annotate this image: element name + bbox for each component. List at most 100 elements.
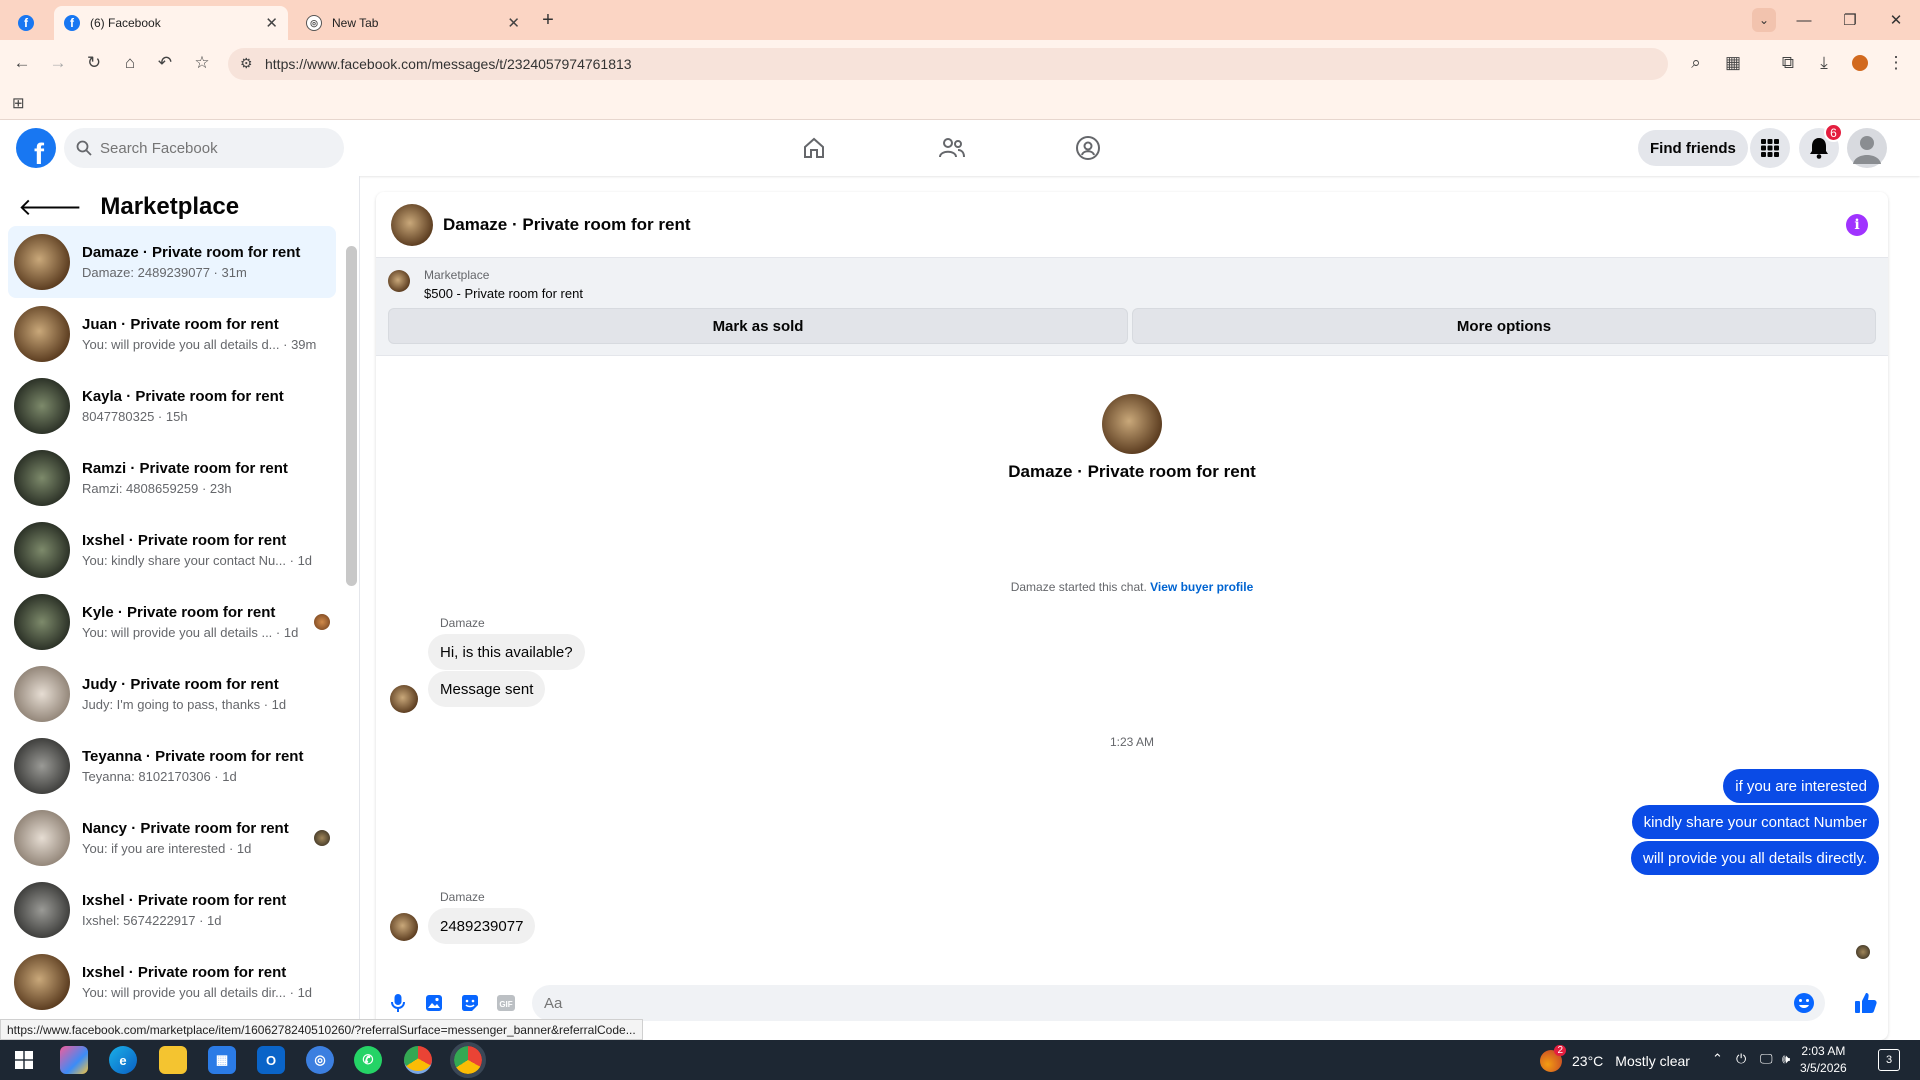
- conversation-preview: Damaze: 2489239077 · 31m: [82, 265, 247, 280]
- conversation-item[interactable]: Teyanna · Private room for rent Teyanna: …: [8, 730, 336, 802]
- chrome-active-icon[interactable]: [450, 1042, 486, 1078]
- read-receipt-avatar: [1856, 945, 1870, 959]
- conversation-item[interactable]: Damaze · Private room for rent Damaze: 24…: [8, 226, 336, 298]
- conversation-item[interactable]: Judy · Private room for rent Judy: I'm go…: [8, 658, 336, 730]
- outgoing-message[interactable]: if you are interested: [1723, 769, 1879, 803]
- more-options-button[interactable]: More options: [1132, 308, 1876, 344]
- chrome-icon[interactable]: [404, 1046, 432, 1074]
- restore-icon[interactable]: ❐: [1838, 8, 1862, 32]
- scrollbar-thumb[interactable]: [346, 246, 357, 586]
- conversation-item[interactable]: Juan · Private room for rent You: will pr…: [8, 298, 336, 370]
- downloads-icon[interactable]: ⤓: [1812, 51, 1836, 75]
- minimize-icon[interactable]: —: [1792, 8, 1816, 32]
- zoom-icon[interactable]: ⌕: [1684, 51, 1708, 75]
- sidebar-title: Marketplace: [100, 193, 240, 220]
- weather-widget[interactable]: 2 23°C Mostly clear: [1540, 1045, 1690, 1072]
- incoming-message[interactable]: Message sent: [428, 671, 546, 707]
- bookmarks-bar: ⊞: [0, 86, 1920, 120]
- edge-browser-icon[interactable]: e: [109, 1046, 137, 1074]
- conversation-item[interactable]: Nancy · Private room for rent You: if you…: [8, 802, 336, 874]
- conversation-item[interactable]: Ramzi · Private room for rent Ramzi: 4808…: [8, 442, 336, 514]
- conversation-item[interactable]: Kayla · Private room for rent 8047780325 …: [8, 370, 336, 442]
- file-explorer-icon[interactable]: [159, 1046, 187, 1074]
- volume-icon[interactable]: 🕪: [1782, 1051, 1790, 1067]
- network-icon[interactable]: 🖵: [1760, 1051, 1773, 1067]
- whatsapp-icon[interactable]: ✆: [354, 1046, 382, 1074]
- microphone-icon[interactable]: [387, 992, 409, 1014]
- copilot-icon[interactable]: [60, 1046, 88, 1074]
- listing-title[interactable]: $500 - Private room for rent: [424, 286, 583, 301]
- incoming-message[interactable]: Hi, is this available?: [428, 634, 585, 670]
- back-arrow-icon[interactable]: 🡐: [18, 192, 82, 222]
- sticker-icon[interactable]: [459, 992, 481, 1014]
- groups-nav-icon[interactable]: [1068, 128, 1108, 168]
- tab-new-tab[interactable]: ◎ New Tab ✕: [296, 6, 530, 40]
- close-tab-icon[interactable]: ✕: [507, 14, 520, 32]
- home-icon[interactable]: ⌂: [118, 51, 142, 75]
- message-input-box[interactable]: [532, 985, 1825, 1021]
- conversation-name: Kayla · Private room for rent: [82, 388, 284, 405]
- photo-icon[interactable]: [423, 992, 445, 1014]
- tab-label: (6) Facebook: [90, 16, 161, 30]
- gif-icon[interactable]: GIF: [495, 992, 517, 1014]
- emoji-icon[interactable]: [1793, 992, 1815, 1019]
- reload-icon[interactable]: ↻: [82, 51, 106, 75]
- account-avatar[interactable]: [1847, 128, 1887, 168]
- forward-icon[interactable]: →: [46, 51, 70, 75]
- site-info-icon[interactable]: ⚙: [240, 55, 253, 72]
- outgoing-message[interactable]: will provide you all details directly.: [1631, 841, 1879, 875]
- intro-avatar: [1102, 394, 1162, 454]
- microsoft-store-icon[interactable]: ▦: [208, 1046, 236, 1074]
- menu-kebab-icon[interactable]: ⋮: [1884, 51, 1908, 75]
- tray-chevron-icon[interactable]: ⌃: [1712, 1051, 1723, 1067]
- bookmark-star-icon[interactable]: ☆: [190, 51, 214, 75]
- apps-grid-icon[interactable]: ⊞: [12, 94, 25, 112]
- message-input[interactable]: [544, 994, 1744, 1012]
- conversation-item[interactable]: Ixshel · Private room for rent Ixshel: 56…: [8, 874, 336, 946]
- qr-code-icon[interactable]: ▦: [1721, 51, 1745, 75]
- back-icon[interactable]: ←: [10, 51, 34, 75]
- conversation-list: Damaze · Private room for rent Damaze: 24…: [8, 226, 336, 1018]
- outlook-icon[interactable]: O: [257, 1046, 285, 1074]
- close-tab-icon[interactable]: ✕: [265, 14, 278, 32]
- search-input[interactable]: [100, 139, 320, 157]
- find-friends-button[interactable]: Find friends: [1638, 130, 1748, 166]
- address-bar[interactable]: ⚙ https://www.facebook.com/messages/t/23…: [228, 48, 1668, 80]
- conversation-preview: 8047780325 · 15h: [82, 409, 188, 424]
- conversation-item[interactable]: Ixshel · Private room for rent You: will …: [8, 946, 336, 1018]
- crop-icon[interactable]: ⧉: [1776, 51, 1800, 75]
- tab-facebook[interactable]: f (6) Facebook ✕: [54, 6, 288, 40]
- new-tab-icon[interactable]: +: [536, 8, 560, 32]
- system-clock[interactable]: 2:03 AM 3/5/2026: [1800, 1043, 1847, 1077]
- windows-start-icon[interactable]: [10, 1046, 38, 1074]
- menu-grid-icon[interactable]: [1750, 128, 1790, 168]
- tab-search-icon[interactable]: ⌄: [1752, 8, 1776, 32]
- chat-avatar[interactable]: [391, 203, 433, 246]
- sender-avatar[interactable]: [390, 913, 418, 941]
- chat-title[interactable]: Damaze · Private room for rent: [443, 215, 691, 235]
- home-nav-icon[interactable]: [794, 128, 834, 168]
- sidebar-scrollbar[interactable]: [345, 236, 357, 996]
- facebook-logo[interactable]: f: [16, 128, 56, 168]
- listing-thumbnail[interactable]: [388, 270, 410, 292]
- notification-center-icon[interactable]: 3: [1878, 1049, 1900, 1071]
- incoming-message[interactable]: 2489239077: [428, 908, 536, 944]
- friends-nav-icon[interactable]: [932, 128, 972, 168]
- undo-icon[interactable]: ↶: [153, 51, 177, 75]
- tray-device-icon[interactable]: ⏻: [1736, 1051, 1746, 1067]
- search-box[interactable]: [64, 128, 344, 168]
- conversation-item[interactable]: Ixshel · Private room for rent You: kindl…: [8, 514, 336, 586]
- thumbs-up-icon[interactable]: [1853, 990, 1879, 1016]
- outgoing-message[interactable]: kindly share your contact Number: [1631, 805, 1879, 839]
- chrome-profile-icon[interactable]: ◎: [306, 1046, 334, 1074]
- url-text: https://www.facebook.com/messages/t/2324…: [265, 56, 632, 72]
- profile-icon[interactable]: [1848, 51, 1872, 75]
- view-buyer-profile-link[interactable]: View buyer profile: [1150, 580, 1253, 594]
- sender-avatar[interactable]: [390, 685, 418, 713]
- pinned-facebook-tab[interactable]: f: [14, 6, 38, 40]
- conversation-item[interactable]: Kyle · Private room for rent You: will pr…: [8, 586, 336, 658]
- info-icon[interactable]: i: [1846, 214, 1868, 236]
- close-window-icon[interactable]: ✕: [1884, 8, 1908, 32]
- facebook-favicon-icon: f: [18, 15, 34, 31]
- mark-as-sold-button[interactable]: Mark as sold: [388, 308, 1128, 344]
